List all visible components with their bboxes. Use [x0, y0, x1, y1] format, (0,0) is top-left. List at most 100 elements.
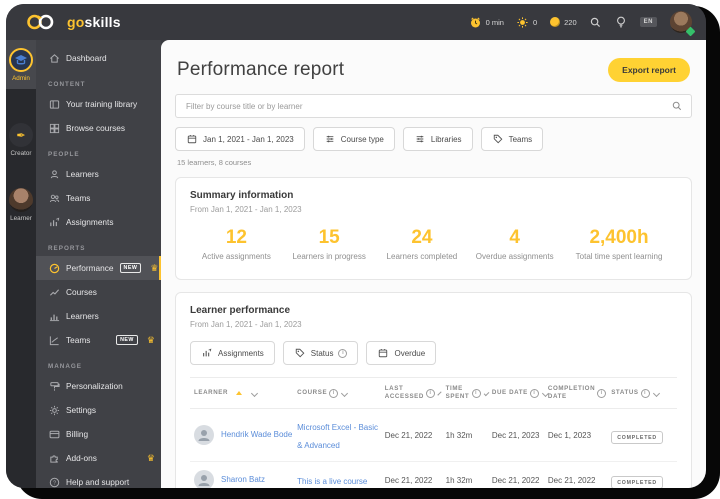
library-icon — [48, 98, 60, 110]
sidebar-item-assignments[interactable]: Assignments — [36, 210, 161, 234]
rail-item-creator[interactable]: ✒ Creator — [6, 115, 36, 164]
goskills-infinity-icon — [26, 13, 60, 31]
streak-chip[interactable]: 0 — [517, 16, 537, 28]
status-badge: COMPLETED — [611, 476, 663, 488]
assignments-filter[interactable]: Assignments — [190, 341, 275, 365]
sidebar-item-browse-courses[interactable]: Browse courses — [36, 116, 161, 140]
help-icon: ? — [48, 476, 60, 488]
export-report-button[interactable]: Export report — [608, 58, 690, 82]
last-accessed-cell: Dec 21, 2022 — [384, 475, 433, 485]
sidebar-item-teams-report[interactable]: Teams NEW ♛ — [36, 328, 161, 352]
info-icon[interactable]: i — [597, 388, 607, 398]
svg-text:?: ? — [52, 480, 55, 486]
crown-icon: ♛ — [146, 452, 155, 463]
new-badge: NEW — [119, 263, 142, 273]
sidebar-item-settings[interactable]: Settings — [36, 398, 161, 422]
sidebar-item-addons[interactable]: Add-ons ♛ — [36, 446, 161, 470]
calendar-icon — [186, 133, 198, 145]
sidebar-item-teams[interactable]: Teams — [36, 186, 161, 210]
search-icon[interactable] — [671, 100, 683, 112]
search-input[interactable] — [184, 100, 671, 112]
learner-performance-title: Learner performance — [190, 305, 291, 316]
admin-role-icon — [9, 48, 33, 72]
sidebar-item-courses-report[interactable]: Courses — [36, 280, 161, 304]
course-link[interactable]: This is a live course — [297, 477, 367, 486]
gem-icon — [685, 26, 696, 37]
status-badge: COMPLETED — [611, 431, 663, 445]
status-filter[interactable]: Status i — [282, 341, 359, 365]
chevron-down-icon[interactable] — [483, 390, 490, 396]
page-title: Performance report — [177, 59, 345, 80]
info-icon[interactable]: i — [329, 388, 339, 398]
date-range-filter[interactable]: Jan 1, 2021 - Jan 1, 2023 — [175, 127, 305, 151]
col-header-due-date[interactable]: DUE DATE i — [492, 388, 549, 398]
sidebar-nav: Dashboard CONTENT Your training library … — [36, 40, 161, 488]
course-link[interactable]: Microsoft Excel - Basic & Advanced — [297, 423, 378, 450]
stat-active-assignments: 12 Active assignments — [201, 227, 271, 261]
info-icon[interactable]: i — [425, 388, 435, 398]
info-icon[interactable]: i — [471, 388, 481, 398]
sidebar-item-performance[interactable]: Performance NEW ♛ — [36, 256, 161, 280]
col-header-course[interactable]: COURSE i — [297, 388, 385, 398]
teams-filter[interactable]: Teams — [480, 127, 544, 151]
chevron-down-icon[interactable] — [437, 390, 442, 396]
learner-performance-card: Learner performance From Jan 1, 2021 - J… — [175, 292, 692, 488]
sidebar-item-help[interactable]: ? Help and support — [36, 470, 161, 488]
col-header-last-accessed[interactable]: LAST ACCESSED i — [385, 385, 446, 401]
col-header-time-spent[interactable]: TIME SPENT i — [446, 385, 492, 401]
coins-chip[interactable]: 220 — [550, 17, 577, 27]
timer-chip[interactable]: 0 min — [470, 16, 504, 28]
col-header-completion-date[interactable]: COMPLETION DATE i — [548, 385, 611, 401]
status-info-icon[interactable]: i — [338, 348, 348, 358]
col-header-status[interactable]: STATUS i — [611, 388, 677, 398]
sidebar-item-dashboard[interactable]: Dashboard — [36, 46, 161, 70]
learner-avatar — [194, 425, 214, 446]
user-avatar[interactable] — [670, 11, 696, 37]
logo-text: goskills — [67, 14, 121, 30]
chevron-down-icon[interactable] — [251, 389, 259, 397]
paint-icon — [48, 380, 60, 392]
crown-icon: ♛ — [146, 334, 155, 345]
sort-asc-icon[interactable] — [236, 391, 243, 396]
rail-label-creator: Creator — [10, 150, 32, 157]
screenshot-stage: goskills 0 min 0 220 EN Admin ✒ Creator … — [0, 0, 720, 499]
nav-section-manage: MANAGE — [48, 363, 82, 370]
search-icon[interactable] — [590, 16, 602, 28]
due-date-cell: Dec 21, 2023 — [491, 430, 540, 440]
chevron-down-icon[interactable] — [652, 389, 660, 397]
overdue-filter[interactable]: Overdue — [366, 341, 437, 365]
due-date-cell: Dec 21, 2022 — [491, 475, 540, 485]
language-badge[interactable]: EN — [639, 17, 657, 27]
libraries-filter[interactable]: Libraries — [402, 127, 473, 151]
sidebar-item-billing[interactable]: Billing — [36, 422, 161, 446]
learner-name-link[interactable]: Sharon Batz — [221, 475, 265, 486]
creator-pen-icon: ✒ — [9, 123, 33, 147]
info-icon[interactable]: i — [640, 388, 650, 398]
sidebar-item-training-library[interactable]: Your training library — [36, 92, 161, 116]
rail-item-learner[interactable]: Learner — [6, 180, 36, 229]
course-type-filter[interactable]: Course type — [312, 127, 395, 151]
table-row: Sharon Batz This is a live course Dec 21… — [190, 462, 677, 488]
learner-name-link[interactable]: Hendrik Wade Bode — [221, 430, 292, 441]
col-header-learner[interactable]: LEARNER — [190, 389, 297, 397]
rail-label-learner: Learner — [10, 215, 32, 222]
time-spent-cell: 1h 32m — [445, 430, 473, 440]
coin-icon — [550, 17, 561, 27]
stat-overdue-assignments: 4 Overdue assignments — [475, 227, 554, 261]
stat-learners-completed: 24 Learners completed — [386, 227, 458, 261]
notifications-bulb-icon[interactable] — [615, 16, 627, 28]
chevron-down-icon[interactable] — [341, 389, 349, 397]
goskills-logo[interactable]: goskills — [26, 13, 121, 31]
sidebar-item-learners-report[interactable]: Learners — [36, 304, 161, 328]
summary-card: Summary information From Jan 1, 2021 - J… — [175, 177, 692, 280]
credit-card-icon — [48, 428, 60, 440]
rail-item-admin[interactable]: Admin — [6, 40, 36, 89]
sidebar-item-personalization[interactable]: Personalization — [36, 374, 161, 398]
sun-icon — [517, 16, 529, 28]
tag-icon — [294, 347, 306, 359]
learner-performance-subtitle: From Jan 1, 2021 - Jan 1, 2023 — [190, 320, 302, 329]
sidebar-item-learners[interactable]: Learners — [36, 162, 161, 186]
trend-chart-icon — [48, 334, 60, 346]
info-icon[interactable]: i — [529, 388, 539, 398]
filter-icon — [414, 133, 426, 145]
